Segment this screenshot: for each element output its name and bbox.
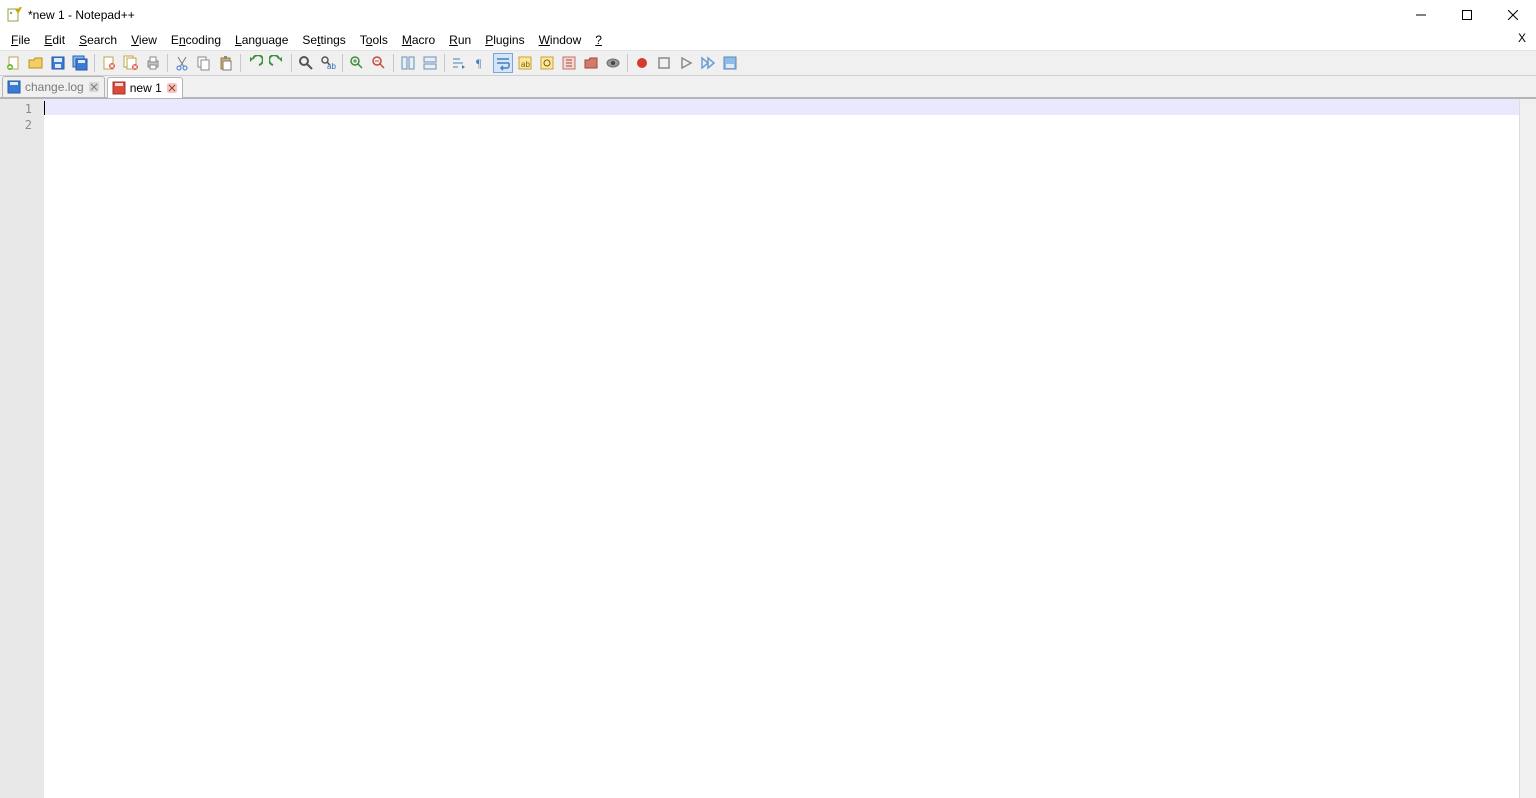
macro-stop-button[interactable] [654, 53, 674, 73]
toolbar-separator [342, 54, 343, 72]
replace-button[interactable]: ab [318, 53, 338, 73]
tab-change-log[interactable]: change.log [2, 76, 105, 97]
mdi-close-button[interactable]: X [1518, 31, 1526, 45]
file-unsaved-icon [112, 81, 126, 95]
find-button[interactable] [296, 53, 316, 73]
tab-close-button[interactable] [166, 82, 178, 94]
close-button[interactable] [1490, 0, 1536, 30]
toolbar-separator [94, 54, 95, 72]
svg-text:ab: ab [327, 62, 336, 71]
copy-button[interactable] [194, 53, 214, 73]
macro-record-button[interactable] [632, 53, 652, 73]
macro-play-button[interactable] [676, 53, 696, 73]
undo-button[interactable] [245, 53, 265, 73]
menu-file[interactable]: File [4, 31, 37, 49]
menu-help[interactable]: ? [588, 31, 609, 49]
indent-guide-button[interactable] [449, 53, 469, 73]
menu-language[interactable]: Language [228, 31, 295, 49]
window-title: *new 1 - Notepad++ [28, 8, 1398, 22]
window-buttons [1398, 0, 1536, 30]
editor-line [44, 115, 1536, 131]
menu-window[interactable]: Window [532, 31, 589, 49]
sync-vscroll-button[interactable] [398, 53, 418, 73]
toolbar-separator [444, 54, 445, 72]
toolbar-separator [393, 54, 394, 72]
redo-button[interactable] [267, 53, 287, 73]
macro-save-button[interactable] [720, 53, 740, 73]
menu-settings[interactable]: Settings [295, 31, 352, 49]
menu-bar: File Edit Search View Encoding Language … [0, 30, 1536, 50]
menu-run[interactable]: Run [442, 31, 478, 49]
menu-edit[interactable]: Edit [37, 31, 72, 49]
print-button[interactable] [143, 53, 163, 73]
tab-bar: change.log new 1 [0, 76, 1536, 98]
editor-area: 1 2 [0, 98, 1536, 798]
line-number-gutter: 1 2 [0, 99, 44, 798]
menu-plugins[interactable]: Plugins [478, 31, 531, 49]
function-list-button[interactable] [559, 53, 579, 73]
editor-line [44, 99, 1536, 115]
line-number: 2 [0, 117, 44, 133]
menu-search[interactable]: Search [72, 31, 124, 49]
tab-label: change.log [25, 80, 84, 94]
doc-map-button[interactable] [537, 53, 557, 73]
cut-button[interactable] [172, 53, 192, 73]
title-bar: *new 1 - Notepad++ [0, 0, 1536, 30]
app-icon [6, 7, 22, 23]
tab-label: new 1 [130, 81, 162, 95]
vertical-scrollbar[interactable] [1519, 99, 1536, 798]
text-caret [44, 101, 45, 115]
zoom-out-button[interactable] [369, 53, 389, 73]
macro-play-multi-button[interactable] [698, 53, 718, 73]
tab-close-button[interactable] [88, 81, 100, 93]
user-lang-button[interactable]: ab [515, 53, 535, 73]
close-file-button[interactable] [99, 53, 119, 73]
svg-text:ab: ab [521, 60, 530, 69]
zoom-in-button[interactable] [347, 53, 367, 73]
tab-new-1[interactable]: new 1 [107, 77, 183, 98]
text-editor[interactable] [44, 99, 1536, 798]
toolbar: ab ¶ ab [0, 50, 1536, 76]
menu-encoding[interactable]: Encoding [164, 31, 228, 49]
wordwrap-button[interactable] [493, 53, 513, 73]
file-saved-icon [7, 80, 21, 94]
toolbar-separator [240, 54, 241, 72]
close-all-button[interactable] [121, 53, 141, 73]
save-all-button[interactable] [70, 53, 90, 73]
sync-hscroll-button[interactable] [420, 53, 440, 73]
toolbar-separator [627, 54, 628, 72]
open-file-button[interactable] [26, 53, 46, 73]
monitoring-button[interactable] [603, 53, 623, 73]
show-symbol-button[interactable]: ¶ [471, 53, 491, 73]
menu-macro[interactable]: Macro [395, 31, 442, 49]
folder-workspace-button[interactable] [581, 53, 601, 73]
menu-tools[interactable]: Tools [353, 31, 395, 49]
minimize-button[interactable] [1398, 0, 1444, 30]
save-button[interactable] [48, 53, 68, 73]
line-number: 1 [0, 101, 44, 117]
paste-button[interactable] [216, 53, 236, 73]
menu-view[interactable]: View [124, 31, 164, 49]
toolbar-separator [291, 54, 292, 72]
svg-text:¶: ¶ [476, 56, 482, 70]
toolbar-separator [167, 54, 168, 72]
new-file-button[interactable] [4, 53, 24, 73]
maximize-button[interactable] [1444, 0, 1490, 30]
